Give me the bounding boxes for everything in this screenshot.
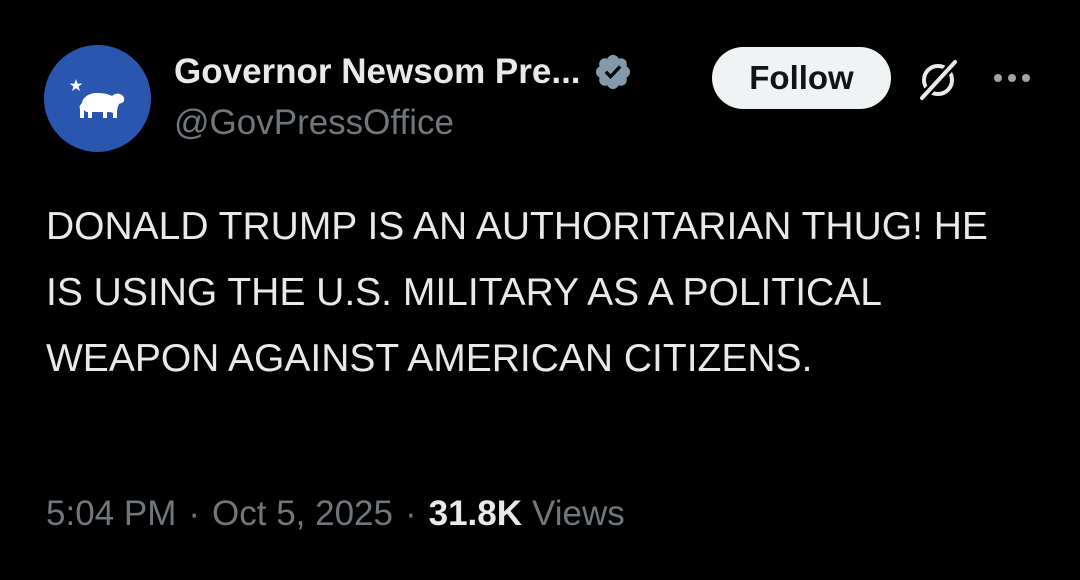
- author-display-name[interactable]: Governor Newsom Pre...: [174, 52, 581, 92]
- tweet-text: DONALD TRUMP IS AN AUTHORITARIAN THUG! H…: [46, 205, 988, 380]
- tweet: Governor Newsom Pre... @GovPressOffice F…: [0, 0, 1080, 580]
- tweet-time[interactable]: 5:04 PM: [46, 494, 176, 534]
- meta-separator: ·: [404, 494, 417, 533]
- views-label[interactable]: Views: [532, 494, 625, 534]
- follow-button[interactable]: Follow: [712, 47, 891, 109]
- more-icon[interactable]: [990, 58, 1034, 98]
- verified-badge-icon: [591, 50, 635, 94]
- author-name-row: Governor Newsom Pre...: [174, 48, 635, 96]
- tweet-meta: 5:04 PM · Oct 5, 2025 · 31.8K Views: [46, 494, 625, 534]
- tweet-date[interactable]: Oct 5, 2025: [212, 494, 393, 534]
- meta-separator: ·: [188, 494, 201, 533]
- avatar[interactable]: [44, 45, 151, 152]
- author-handle[interactable]: @GovPressOffice: [174, 103, 454, 143]
- grok-icon[interactable]: [913, 55, 963, 105]
- views-count[interactable]: 31.8K: [429, 494, 522, 534]
- california-bear-icon: [69, 78, 124, 118]
